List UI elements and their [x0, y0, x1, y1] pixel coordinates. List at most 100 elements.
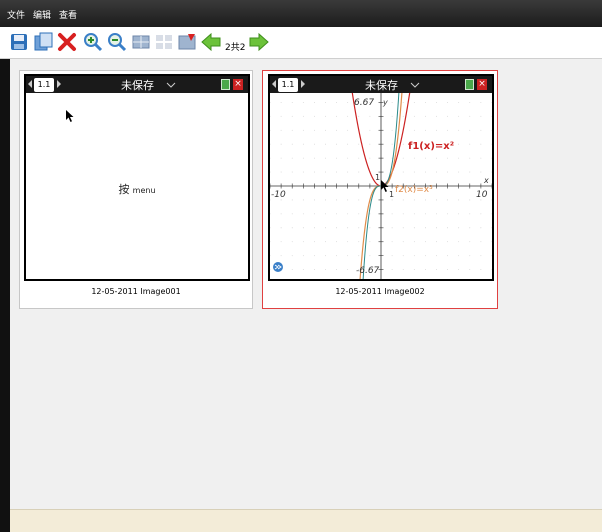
- grid-dot: [291, 171, 293, 173]
- grid-dot: [358, 213, 360, 215]
- zoom-in-icon[interactable]: [82, 31, 104, 53]
- menu-file[interactable]: 文件: [7, 8, 25, 21]
- grid-dot: [402, 157, 404, 159]
- grid-dot: [336, 227, 337, 229]
- f2-label: f2(x)=x³: [395, 185, 433, 195]
- grid-dot: [436, 101, 437, 103]
- grid-dot: [302, 213, 304, 215]
- tab-label: 1.1: [34, 78, 54, 92]
- grid-dot: [314, 199, 315, 201]
- grid-dot: [336, 101, 337, 103]
- grid-dot: [436, 115, 437, 117]
- grid-dot: [280, 241, 282, 243]
- grid-dot: [480, 171, 482, 173]
- grid-dot: [302, 115, 304, 117]
- grid-dot: [347, 101, 349, 103]
- grid-dot: [413, 255, 415, 257]
- next-tab-icon: [301, 80, 305, 88]
- grid-dot: [469, 269, 471, 271]
- grid-dot: [291, 241, 293, 243]
- grid-dot: [447, 213, 448, 215]
- grid-dot: [480, 269, 482, 271]
- grid-dot: [314, 115, 315, 117]
- grid-dot: [280, 213, 282, 215]
- grid-dot: [325, 171, 326, 173]
- grid-dot: [413, 227, 415, 229]
- close-icon: ×: [477, 79, 487, 90]
- grid-dot: [436, 129, 437, 131]
- grid-dot: [358, 171, 360, 173]
- grid-dot: [447, 129, 448, 131]
- grid-dot: [391, 101, 393, 103]
- grid-dot: [447, 255, 448, 257]
- grid-dot: [480, 213, 482, 215]
- grid-icon[interactable]: [130, 31, 152, 53]
- grid-dot: [325, 143, 326, 145]
- grid-dot: [369, 115, 371, 117]
- grid-dot: [436, 213, 437, 215]
- grid-dot: [391, 227, 393, 229]
- grid-dot: [402, 143, 404, 145]
- grid-dot: [436, 255, 437, 257]
- grid-dot: [314, 101, 315, 103]
- grid-dot: [425, 213, 426, 215]
- grid-dot: [302, 129, 304, 131]
- grid-dot: [425, 255, 426, 257]
- grid-dot: [480, 101, 482, 103]
- grid-dot: [425, 241, 426, 243]
- menu-view[interactable]: 查看: [59, 8, 77, 21]
- delete-icon[interactable]: [56, 31, 78, 53]
- layout-icon[interactable]: [153, 31, 175, 53]
- xmin-label: -10: [271, 190, 286, 200]
- grid-dot: [314, 227, 315, 229]
- grid-dot: [436, 171, 437, 173]
- status-bar: [10, 509, 602, 532]
- grid-dot: [436, 199, 437, 201]
- grid-dot: [336, 171, 337, 173]
- grid-dot: [302, 143, 304, 145]
- grid-dot: [358, 227, 360, 229]
- grid-dot: [458, 213, 460, 215]
- menu-edit[interactable]: 编辑: [33, 8, 51, 21]
- zoom-out-icon[interactable]: [106, 31, 128, 53]
- back-arrow-icon[interactable]: [200, 31, 222, 53]
- grid-dot: [402, 269, 404, 271]
- grid-dot: [358, 255, 360, 257]
- image-icon[interactable]: [176, 31, 198, 53]
- grid-dot: [302, 157, 304, 159]
- grid-dot: [291, 157, 293, 159]
- copy-icon[interactable]: [32, 31, 54, 53]
- ymin-label: -6.67: [356, 266, 380, 276]
- grid-dot: [413, 157, 415, 159]
- grid-dot: [291, 115, 293, 117]
- grid-dot: [469, 227, 471, 229]
- grid-dot: [469, 115, 471, 117]
- thumbnail-image001[interactable]: 1.1 未保存 × 按 menu 12-05-2011 Image001: [19, 70, 253, 309]
- grid-dot: [325, 129, 326, 131]
- grid-dot: [402, 115, 404, 117]
- grid-dot: [369, 143, 371, 145]
- grid-dot: [413, 101, 415, 103]
- grid-dot: [447, 199, 448, 201]
- grid-dot: [302, 199, 304, 201]
- grid-dot: [347, 199, 349, 201]
- grid-dot: [469, 143, 471, 145]
- grid-dot: [369, 255, 371, 257]
- x-one-label: 1: [389, 190, 394, 199]
- grid-dot: [314, 171, 315, 173]
- grid-dot: [458, 101, 460, 103]
- grid-dot: [325, 269, 326, 271]
- grid-dot: [358, 143, 360, 145]
- save-icon[interactable]: [8, 31, 30, 53]
- grid-dot: [391, 255, 393, 257]
- forward-arrow-icon[interactable]: [248, 31, 270, 53]
- grid-dot: [347, 213, 349, 215]
- grid-dot: [291, 101, 293, 103]
- grid-dot: [458, 115, 460, 117]
- grid-dot: [447, 241, 448, 243]
- thumbnail-image002[interactable]: 1.1 未保存 × 6.67 y -6.67 -10 10 x 1 1 f1(x…: [262, 70, 498, 309]
- grid-dot: [325, 213, 326, 215]
- grid-dot: [325, 199, 326, 201]
- grid-dot: [402, 101, 404, 103]
- grid-dot: [436, 241, 437, 243]
